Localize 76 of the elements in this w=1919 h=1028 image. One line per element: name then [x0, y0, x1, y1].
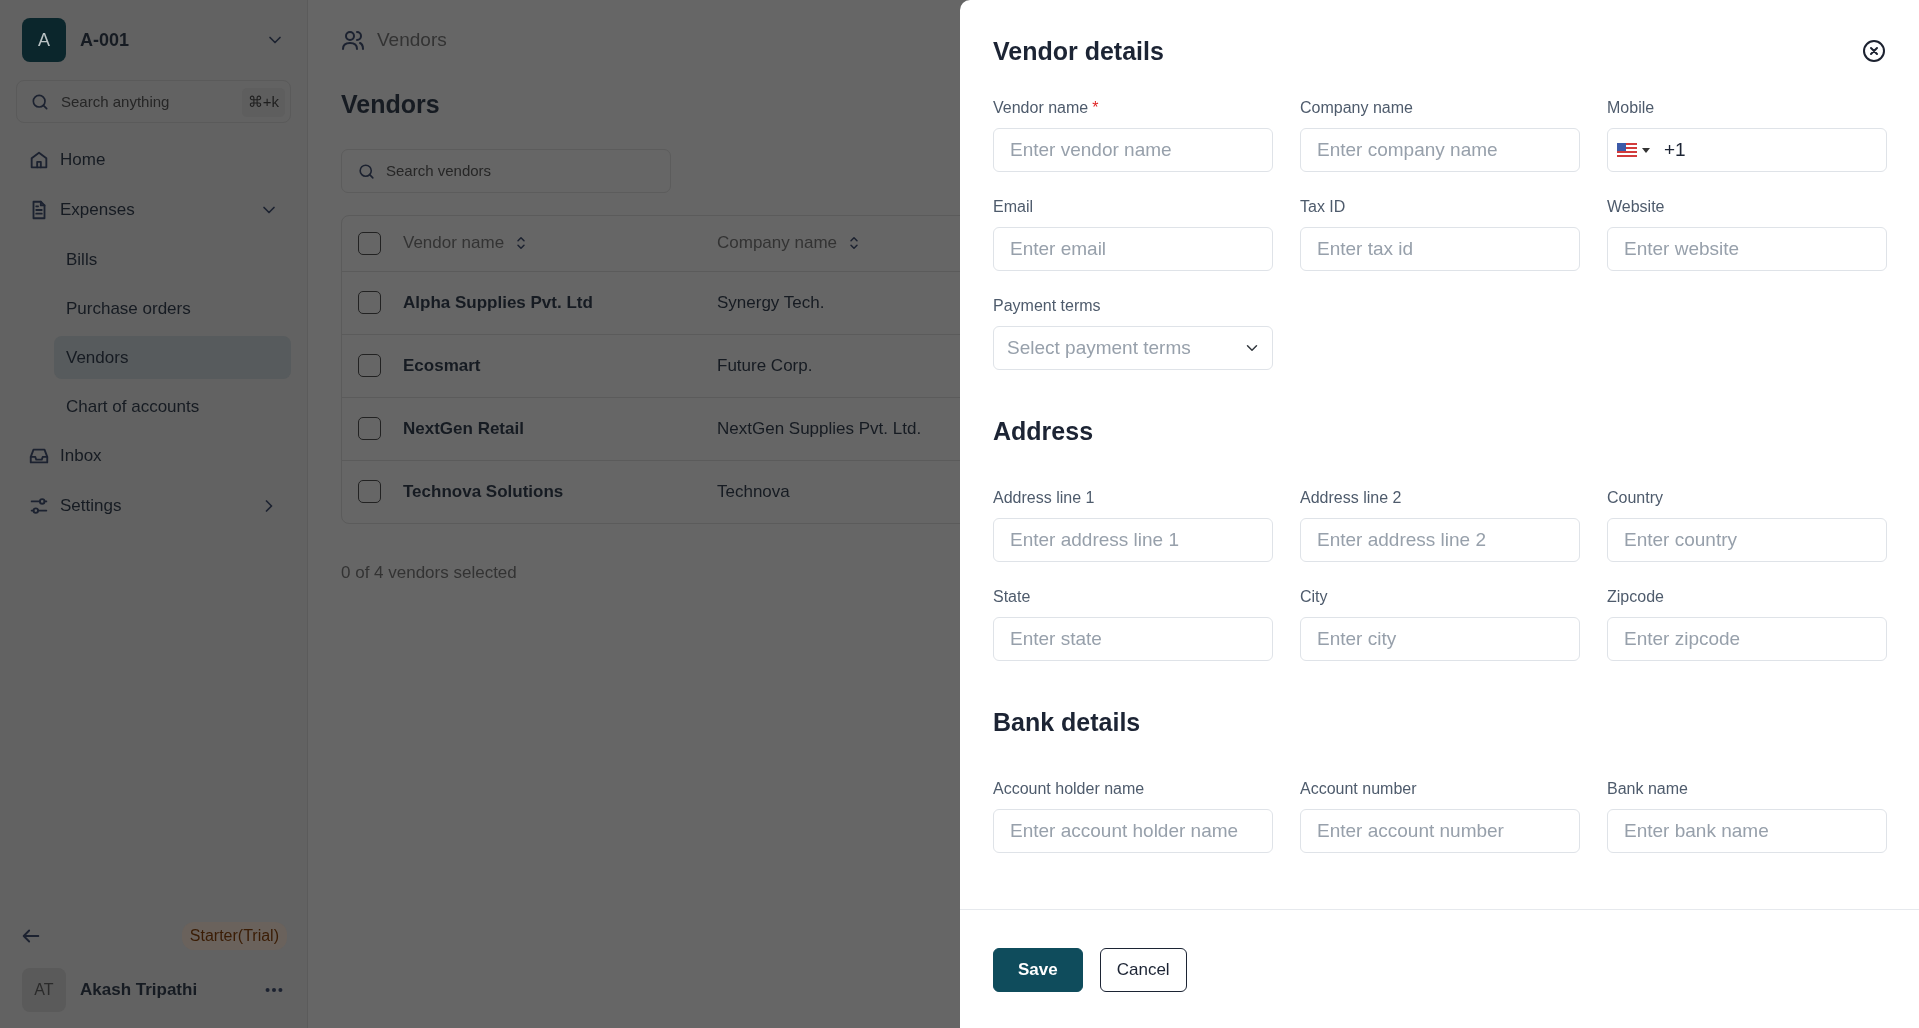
nav-item[interactable]: Settings [60, 493, 249, 519]
input-field[interactable]: Enter vendor name [993, 128, 1273, 172]
workspace-avatar[interactable]: A [22, 18, 66, 62]
checkbox[interactable] [358, 417, 381, 440]
input-field[interactable]: Enter email [993, 227, 1273, 271]
checkbox[interactable] [358, 354, 381, 377]
country-picker[interactable] [1617, 140, 1650, 160]
field-label: Country [1607, 488, 1664, 508]
field-label: Payment terms [993, 296, 1101, 316]
page-title: Vendors [341, 88, 440, 119]
phone-field[interactable]: +1 [1607, 128, 1887, 172]
cancel-button[interactable]: Cancel [1099, 948, 1187, 992]
save-button[interactable]: Save [993, 948, 1083, 992]
table-cell-text: Ecosmart [403, 354, 481, 377]
field-label: Email [993, 197, 1033, 217]
input-field[interactable]: Enter website [1607, 227, 1887, 271]
section-heading: Bank details [993, 707, 1142, 737]
field-label: Address line 2 [1300, 488, 1402, 508]
nav-subitem[interactable]: Bills [54, 238, 291, 281]
checkbox[interactable] [358, 231, 381, 255]
field-label: Website [1607, 197, 1665, 217]
input-field[interactable]: Enter city [1300, 617, 1580, 661]
user-name: Akash Tripathi [80, 979, 199, 1002]
field-label: Bank name [1607, 779, 1688, 799]
input-field[interactable]: Enter tax id [1300, 227, 1580, 271]
field-label: Zipcode [1607, 587, 1664, 607]
table-cell-text: Technova Solutions [403, 480, 564, 503]
required-mark: * [1092, 98, 1099, 118]
table-cell-text: Future Corp. [717, 354, 813, 377]
field-label: Account number [1300, 779, 1417, 799]
home-icon [28, 149, 50, 171]
nav-subitem[interactable]: Chart of accounts [54, 385, 291, 428]
input-field[interactable]: Enter state [993, 617, 1273, 661]
input-field[interactable]: Enter company name [1300, 128, 1580, 172]
nav-item[interactable]: Inbox [60, 443, 279, 469]
input-field[interactable]: Enter account number [1300, 809, 1580, 853]
table-cell-text: Technova [717, 480, 790, 503]
checkbox[interactable] [358, 480, 381, 503]
nav-item[interactable]: Home [60, 147, 279, 173]
section-heading: Address [993, 416, 1095, 446]
input-field[interactable]: Enter address line 2 [1300, 518, 1580, 562]
dropdown-field[interactable]: Select payment terms [993, 326, 1273, 370]
input-field[interactable]: Enter zipcode [1607, 617, 1887, 661]
flag-icon [1617, 143, 1637, 157]
users-icon [341, 28, 365, 53]
caret-icon [1642, 147, 1650, 153]
shortcut-hint: ⌘+k [241, 88, 285, 117]
workspace-name[interactable]: A-001 [80, 26, 251, 54]
field-label: Mobile [1607, 98, 1655, 118]
input-field[interactable]: Enter address line 1 [993, 518, 1273, 562]
nav-item[interactable]: Expenses [60, 197, 249, 223]
search-icon [357, 161, 376, 181]
search-field[interactable]: Search vendors [341, 148, 671, 193]
plan-badge: Starter(Trial) [181, 922, 287, 950]
input-field[interactable]: Enter account holder name [993, 809, 1273, 853]
close-button[interactable] [1862, 39, 1886, 63]
input-field[interactable]: Enter bank name [1607, 809, 1887, 853]
search-icon [30, 92, 50, 112]
field-label: Vendor name [993, 98, 1089, 118]
field-label: Company name [1300, 98, 1413, 118]
table-cell-text: Synergy Tech. [717, 291, 825, 314]
field-label: Tax ID [1300, 197, 1346, 217]
table-cell-text: Alpha Supplies Pvt. Ltd [403, 291, 593, 314]
field-label: City [1300, 587, 1328, 607]
sliders-icon [28, 495, 50, 517]
close-icon [1862, 39, 1886, 63]
checkbox[interactable] [358, 291, 381, 314]
field-label: State [993, 587, 1031, 607]
field-label: Address line 1 [993, 488, 1095, 508]
table-cell-text: NextGen Supplies Pvt. Ltd. [717, 417, 922, 440]
input-field[interactable]: Enter country [1607, 518, 1887, 562]
nav-subitem[interactable]: Purchase orders [54, 287, 291, 330]
field-label: Account holder name [993, 779, 1145, 799]
nav-subitem[interactable]: Vendors [54, 336, 291, 379]
table-cell-text: NextGen Retail [403, 417, 524, 440]
drawer-title: Vendor details [993, 36, 1164, 66]
